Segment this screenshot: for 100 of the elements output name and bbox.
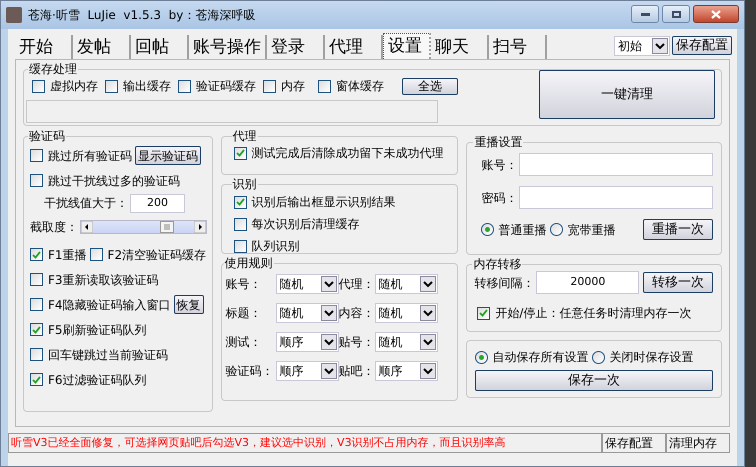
checkbox-label: 输出缓存 bbox=[123, 78, 171, 95]
chevron-down-icon bbox=[420, 334, 436, 350]
rule-label: 内容： bbox=[338, 305, 375, 322]
checkbox[interactable] bbox=[105, 80, 118, 92]
radio-button[interactable] bbox=[475, 350, 488, 364]
checkbox[interactable] bbox=[178, 80, 191, 92]
group-title: 缓存处理 bbox=[28, 62, 78, 76]
radio-label: 自动保存所有设置 bbox=[492, 349, 588, 366]
checkbox[interactable] bbox=[30, 273, 43, 286]
replay-button[interactable]: 重播一次 bbox=[643, 219, 713, 240]
field-label: 密码： bbox=[481, 190, 518, 206]
rule-label: 贴号： bbox=[338, 334, 375, 351]
rule-label: 验证码： bbox=[226, 363, 275, 380]
dropdown[interactable]: 顺序 bbox=[276, 361, 339, 381]
status-button[interactable]: 清理内存 bbox=[666, 433, 730, 453]
chevron-down-icon bbox=[420, 276, 436, 292]
checkbox[interactable] bbox=[234, 218, 247, 230]
threshold-field[interactable]: 200 bbox=[130, 194, 185, 212]
chevron-down-icon bbox=[320, 363, 337, 379]
checkbox[interactable] bbox=[30, 373, 43, 386]
dropdown[interactable]: 随机 bbox=[374, 303, 438, 323]
checkbox[interactable] bbox=[234, 196, 247, 208]
chevron-down-icon bbox=[320, 305, 337, 321]
scroll-right-icon[interactable] bbox=[194, 220, 206, 232]
checkbox-label: F5刷新验证码队列 bbox=[48, 322, 147, 338]
interval-field[interactable]: 20000 bbox=[536, 271, 640, 294]
rule-label: 账号： bbox=[226, 276, 263, 293]
rule-label: 代理： bbox=[338, 276, 375, 293]
slider-thumb[interactable] bbox=[160, 220, 174, 232]
checkbox[interactable] bbox=[30, 174, 43, 187]
close-button[interactable] bbox=[693, 5, 739, 23]
radio-label: 关闭时保存设置 bbox=[609, 349, 694, 366]
dropdown[interactable]: 随机 bbox=[276, 274, 339, 294]
rule-label: 标题： bbox=[226, 305, 263, 322]
checkbox[interactable] bbox=[263, 80, 276, 92]
checkbox[interactable] bbox=[318, 80, 331, 92]
save-once-button[interactable]: 保存一次 bbox=[475, 370, 713, 391]
dropdown[interactable]: 顺序 bbox=[374, 361, 438, 381]
tab[interactable]: 设置 bbox=[383, 33, 431, 59]
dropdown[interactable]: 初始 bbox=[614, 36, 670, 56]
checkbox[interactable] bbox=[234, 240, 247, 252]
window-title: 苍海·听雪 LuJie v1.5.3 by：苍海深呼吸 bbox=[28, 7, 256, 24]
checkbox[interactable] bbox=[477, 306, 490, 320]
slider-label: 截取度： bbox=[30, 218, 78, 236]
chevron-down-icon bbox=[420, 363, 436, 379]
radio-label: 宽带重播 bbox=[567, 222, 616, 238]
dropdown[interactable]: 随机 bbox=[374, 274, 438, 294]
checkbox[interactable] bbox=[30, 298, 43, 311]
checkbox-label: F1重播 bbox=[48, 246, 87, 264]
checkbox[interactable] bbox=[30, 248, 43, 261]
select-all-button[interactable]: 全选 bbox=[402, 78, 458, 94]
dropdown[interactable]: 随机 bbox=[374, 332, 438, 352]
input-field[interactable] bbox=[519, 186, 713, 209]
dropdown[interactable]: 顺序 bbox=[276, 332, 339, 352]
radio-button[interactable] bbox=[550, 223, 564, 236]
checkbox-label: 测试完成后清除成功留下未成功代理 bbox=[252, 145, 444, 162]
checkbox-label: F6过滤验证码队列 bbox=[48, 372, 147, 388]
transfer-button[interactable]: 转移一次 bbox=[643, 272, 713, 293]
rule-label: 贴吧： bbox=[338, 363, 375, 380]
field-label: 转移间隔： bbox=[474, 274, 534, 292]
status-button[interactable]: 保存配置 bbox=[602, 433, 666, 453]
chevron-down-icon bbox=[320, 276, 337, 292]
group-title: 代理 bbox=[232, 129, 258, 143]
group-title: 识别 bbox=[232, 177, 258, 191]
checkmark-icon bbox=[236, 198, 245, 206]
checkbox[interactable] bbox=[234, 146, 247, 160]
radio-button[interactable] bbox=[481, 223, 494, 236]
input-field[interactable] bbox=[519, 153, 713, 176]
checkbox-label: 识别后输出框显示识别结果 bbox=[252, 194, 396, 211]
checkbox[interactable] bbox=[30, 149, 43, 162]
radio-button[interactable] bbox=[592, 350, 606, 364]
checkbox-label: 跳过干扰线过多的验证码 bbox=[48, 172, 180, 190]
checkbox[interactable] bbox=[30, 323, 43, 336]
show-button[interactable]: 恢复 bbox=[174, 295, 204, 314]
checkbox-label: 内存 bbox=[281, 78, 305, 95]
group-title: 验证码 bbox=[28, 129, 66, 143]
scroll-left-icon[interactable] bbox=[81, 220, 93, 232]
checkbox-label: 回车键跳过当前验证码 bbox=[48, 346, 168, 364]
show-button[interactable]: 显示验证码 bbox=[135, 146, 201, 165]
app-icon bbox=[6, 7, 22, 23]
checkbox-label: 开始/停止：任意任务时清理内存一次 bbox=[495, 305, 692, 322]
checkmark-icon bbox=[32, 326, 41, 334]
radio-label: 普通重播 bbox=[498, 222, 546, 238]
checkbox[interactable] bbox=[90, 248, 103, 261]
checkbox-label: F4隐藏验证码输入窗口 bbox=[48, 296, 171, 314]
checkbox[interactable] bbox=[30, 348, 43, 361]
checkmark-icon bbox=[32, 250, 41, 258]
checkmark-icon bbox=[32, 376, 41, 384]
save-config-button[interactable]: 保存配置 bbox=[672, 36, 732, 55]
rule-label: 测试： bbox=[226, 334, 263, 351]
checkmark-icon bbox=[479, 309, 488, 317]
checkbox[interactable] bbox=[32, 80, 45, 92]
checkbox-label: 窗体缓存 bbox=[336, 78, 384, 95]
checkbox-label: 跳过所有验证码 bbox=[48, 148, 132, 164]
checkbox-label: F3重新读取该验证码 bbox=[48, 272, 159, 288]
dropdown[interactable]: 随机 bbox=[276, 303, 339, 323]
checkbox-label: F2清空验证码缓存 bbox=[108, 246, 206, 264]
maximize-button[interactable] bbox=[662, 5, 690, 23]
minimize-button[interactable] bbox=[631, 5, 659, 23]
clean-button[interactable]: 一键清理 bbox=[539, 70, 715, 119]
